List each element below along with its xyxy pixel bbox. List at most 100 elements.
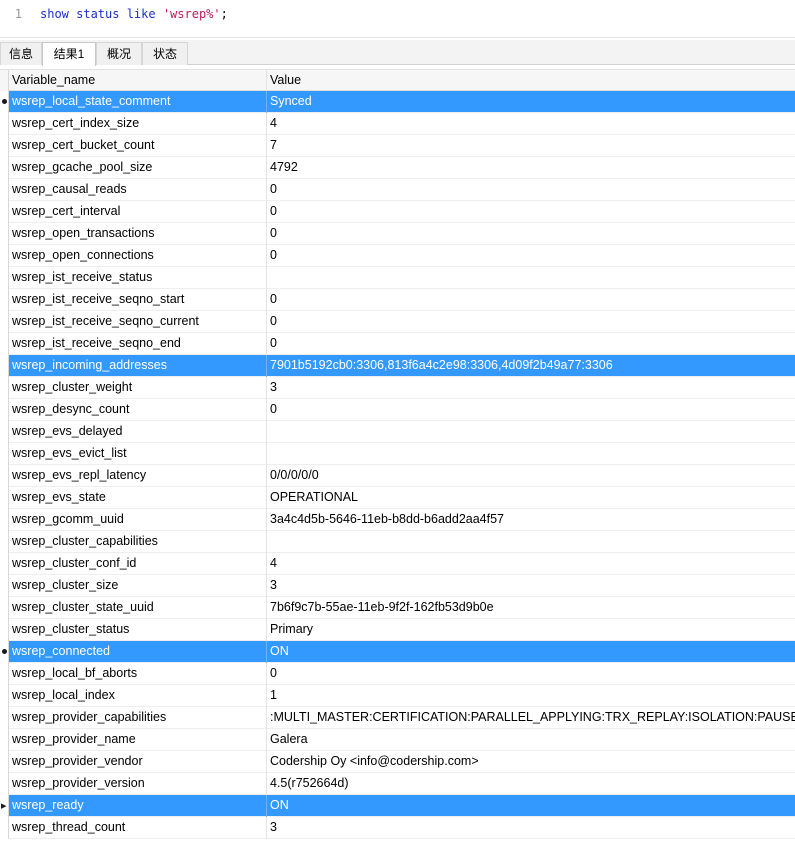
table-row[interactable]: wsrep_ist_receive_seqno_current 0: [0, 311, 795, 333]
row-marker[interactable]: [0, 641, 9, 663]
cell-value[interactable]: 0: [267, 399, 795, 421]
tab-result-1[interactable]: 结果1: [42, 42, 96, 66]
cell-value[interactable]: 0: [267, 179, 795, 201]
cell-variable-name[interactable]: wsrep_cluster_weight: [9, 377, 267, 399]
row-marker[interactable]: [0, 399, 9, 421]
cell-variable-name[interactable]: wsrep_ist_receive_seqno_end: [9, 333, 267, 355]
cell-variable-name[interactable]: wsrep_open_connections: [9, 245, 267, 267]
table-row[interactable]: ▸ wsrep_ready ON: [0, 795, 795, 817]
cell-value[interactable]: 3a4c4d5b-5646-11eb-b8dd-b6add2aa4f57: [267, 509, 795, 531]
row-marker[interactable]: [0, 421, 9, 443]
row-marker[interactable]: ▸: [0, 795, 9, 817]
cell-variable-name[interactable]: wsrep_open_transactions: [9, 223, 267, 245]
cell-value[interactable]: Galera: [267, 729, 795, 751]
cell-variable-name[interactable]: wsrep_evs_delayed: [9, 421, 267, 443]
cell-variable-name[interactable]: wsrep_cluster_state_uuid: [9, 597, 267, 619]
cell-value[interactable]: [267, 267, 795, 289]
row-marker[interactable]: [0, 157, 9, 179]
table-row[interactable]: wsrep_provider_vendor Codership Oy <info@…: [0, 751, 795, 773]
table-row[interactable]: wsrep_cluster_state_uuid 7b6f9c7b-55ae-11…: [0, 597, 795, 619]
cell-variable-name[interactable]: wsrep_cluster_conf_id: [9, 553, 267, 575]
row-marker[interactable]: [0, 377, 9, 399]
row-marker[interactable]: [0, 113, 9, 135]
row-marker[interactable]: [0, 465, 9, 487]
table-row[interactable]: wsrep_provider_name Galera: [0, 729, 795, 751]
cell-variable-name[interactable]: wsrep_provider_vendor: [9, 751, 267, 773]
cell-value[interactable]: 3: [267, 575, 795, 597]
table-row[interactable]: wsrep_evs_evict_list: [0, 443, 795, 465]
cell-variable-name[interactable]: wsrep_local_index: [9, 685, 267, 707]
table-row[interactable]: wsrep_cluster_conf_id 4: [0, 553, 795, 575]
cell-value[interactable]: ON: [267, 641, 795, 663]
row-marker[interactable]: [0, 597, 9, 619]
row-marker[interactable]: [0, 179, 9, 201]
table-row[interactable]: wsrep_ist_receive_seqno_end 0: [0, 333, 795, 355]
table-row[interactable]: wsrep_connected ON: [0, 641, 795, 663]
table-row[interactable]: wsrep_cert_index_size 4: [0, 113, 795, 135]
table-row[interactable]: wsrep_evs_state OPERATIONAL: [0, 487, 795, 509]
cell-value[interactable]: 4: [267, 113, 795, 135]
cell-value[interactable]: 0: [267, 311, 795, 333]
cell-variable-name[interactable]: wsrep_ready: [9, 795, 267, 817]
table-row[interactable]: wsrep_cluster_weight 3: [0, 377, 795, 399]
row-marker[interactable]: [0, 201, 9, 223]
table-row[interactable]: wsrep_desync_count 0: [0, 399, 795, 421]
cell-value[interactable]: [267, 421, 795, 443]
row-marker[interactable]: [0, 773, 9, 795]
row-marker[interactable]: [0, 355, 9, 377]
cell-value[interactable]: 0: [267, 245, 795, 267]
tab-overview[interactable]: 概况: [96, 42, 142, 65]
table-row[interactable]: wsrep_open_connections 0: [0, 245, 795, 267]
row-marker[interactable]: [0, 311, 9, 333]
cell-variable-name[interactable]: wsrep_cert_interval: [9, 201, 267, 223]
cell-variable-name[interactable]: wsrep_desync_count: [9, 399, 267, 421]
cell-variable-name[interactable]: wsrep_evs_repl_latency: [9, 465, 267, 487]
table-row[interactable]: wsrep_cluster_capabilities: [0, 531, 795, 553]
table-row[interactable]: wsrep_cluster_size 3: [0, 575, 795, 597]
row-marker[interactable]: [0, 333, 9, 355]
cell-value[interactable]: Primary: [267, 619, 795, 641]
table-row[interactable]: wsrep_ist_receive_seqno_start 0: [0, 289, 795, 311]
cell-variable-name[interactable]: wsrep_causal_reads: [9, 179, 267, 201]
cell-value[interactable]: 4.5(r752664d): [267, 773, 795, 795]
cell-value[interactable]: 0: [267, 333, 795, 355]
cell-variable-name[interactable]: wsrep_local_state_comment: [9, 91, 267, 113]
table-row[interactable]: wsrep_local_index 1: [0, 685, 795, 707]
row-marker[interactable]: [0, 575, 9, 597]
cell-value[interactable]: [267, 531, 795, 553]
cell-value[interactable]: 7: [267, 135, 795, 157]
cell-variable-name[interactable]: wsrep_cluster_status: [9, 619, 267, 641]
cell-variable-name[interactable]: wsrep_cluster_capabilities: [9, 531, 267, 553]
cell-value[interactable]: [267, 443, 795, 465]
row-marker[interactable]: [0, 729, 9, 751]
cell-value[interactable]: 4792: [267, 157, 795, 179]
row-marker[interactable]: [0, 619, 9, 641]
cell-value[interactable]: 3: [267, 817, 795, 839]
table-row[interactable]: wsrep_cluster_status Primary: [0, 619, 795, 641]
table-row[interactable]: wsrep_thread_count 3: [0, 817, 795, 839]
sql-editor[interactable]: 1 show status like 'wsrep%';: [0, 0, 795, 38]
column-header-variable-name[interactable]: Variable_name: [9, 70, 267, 92]
sql-code-line[interactable]: show status like 'wsrep%';: [40, 0, 228, 30]
cell-variable-name[interactable]: wsrep_cluster_size: [9, 575, 267, 597]
cell-value[interactable]: 4: [267, 553, 795, 575]
cell-variable-name[interactable]: wsrep_ist_receive_seqno_start: [9, 289, 267, 311]
row-marker[interactable]: [0, 707, 9, 729]
cell-value[interactable]: 3: [267, 377, 795, 399]
table-row[interactable]: wsrep_gcomm_uuid 3a4c4d5b-5646-11eb-b8dd-…: [0, 509, 795, 531]
cell-variable-name[interactable]: wsrep_cert_bucket_count: [9, 135, 267, 157]
row-marker[interactable]: [0, 685, 9, 707]
cell-variable-name[interactable]: wsrep_ist_receive_seqno_current: [9, 311, 267, 333]
row-marker[interactable]: [0, 289, 9, 311]
cell-variable-name[interactable]: wsrep_evs_state: [9, 487, 267, 509]
row-marker[interactable]: [0, 817, 9, 839]
column-header-value[interactable]: Value: [267, 70, 795, 92]
row-marker[interactable]: [0, 487, 9, 509]
row-marker[interactable]: [0, 135, 9, 157]
row-marker[interactable]: [0, 267, 9, 289]
cell-value[interactable]: :MULTI_MASTER:CERTIFICATION:PARALLEL_APP…: [267, 707, 795, 729]
table-row[interactable]: wsrep_evs_repl_latency 0/0/0/0/0: [0, 465, 795, 487]
tab-status[interactable]: 状态: [142, 42, 188, 65]
cell-variable-name[interactable]: wsrep_ist_receive_status: [9, 267, 267, 289]
cell-variable-name[interactable]: wsrep_thread_count: [9, 817, 267, 839]
